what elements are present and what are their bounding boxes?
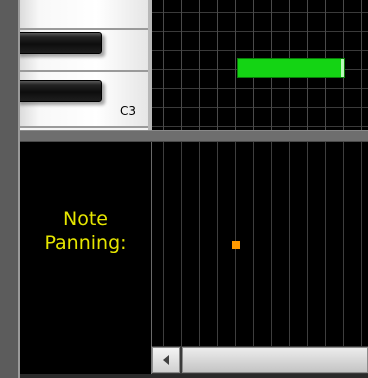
pane-splitter[interactable]	[20, 130, 368, 142]
piano-roll-grid[interactable]	[152, 0, 368, 130]
horizontal-scrollbar[interactable]	[152, 346, 368, 374]
left-triangle-icon	[162, 355, 170, 365]
piano-keyboard[interactable]: C3	[20, 0, 152, 130]
note-block[interactable]	[237, 58, 345, 78]
note-panning-grid[interactable]	[152, 142, 368, 346]
scroll-left-button[interactable]	[152, 347, 180, 373]
scrollbar-thumb[interactable]	[182, 347, 368, 373]
piano-key-label: C3	[119, 104, 136, 118]
automation-label-panel: Note Panning:	[20, 142, 151, 378]
window-bottom-edge	[20, 374, 368, 378]
note-panning-label: Note Panning:	[20, 207, 151, 255]
piano-black-key[interactable]	[20, 32, 102, 54]
pan-value-marker[interactable]	[232, 241, 240, 249]
note-panning-label-line2: Panning:	[44, 232, 127, 254]
window-left-edge	[0, 0, 18, 378]
note-panning-label-line1: Note	[63, 208, 108, 230]
piano-white-key[interactable]	[20, 0, 148, 30]
piano-black-key[interactable]	[20, 80, 102, 102]
